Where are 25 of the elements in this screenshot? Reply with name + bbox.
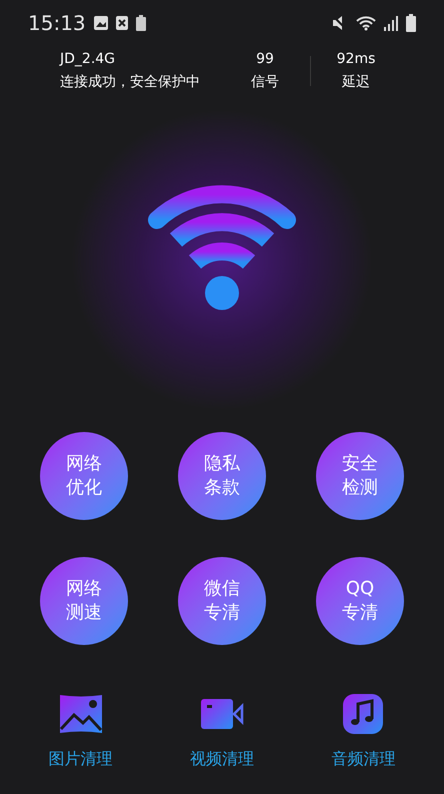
tool-button[interactable]: 隐私 条款 (178, 432, 266, 520)
cleaner-button[interactable]: 音频清理 (303, 691, 424, 771)
tool-button[interactable]: QQ 专清 (316, 557, 404, 645)
tool-button[interactable]: 网络 测速 (40, 557, 128, 645)
close-icon (116, 16, 128, 30)
signal-label: 信号 (251, 73, 279, 92)
battery-icon (406, 14, 416, 32)
wifi-icon (356, 15, 376, 31)
cleaner-button[interactable]: 图片清理 (20, 691, 141, 771)
connection-status: 连接成功，安全保护中 (60, 73, 201, 92)
image-icon (94, 16, 108, 30)
signal-icon (384, 15, 398, 31)
video-camera-icon (200, 697, 244, 731)
clock-time: 15:13 (28, 10, 86, 37)
image-icon (58, 693, 104, 735)
network-name: JD_2.4G (60, 50, 116, 69)
cleaner-button[interactable]: 视频清理 (162, 691, 282, 771)
latency-value: 92ms (336, 50, 376, 69)
music-note-icon (342, 693, 384, 735)
tool-button[interactable]: 微信 专清 (178, 557, 266, 645)
battery-icon (136, 15, 146, 31)
latency-label: 延迟 (342, 73, 370, 92)
signal-value: 99 (256, 50, 274, 69)
tool-button[interactable]: 安全 检测 (316, 432, 404, 520)
tool-button[interactable]: 网络 优化 (40, 432, 128, 520)
